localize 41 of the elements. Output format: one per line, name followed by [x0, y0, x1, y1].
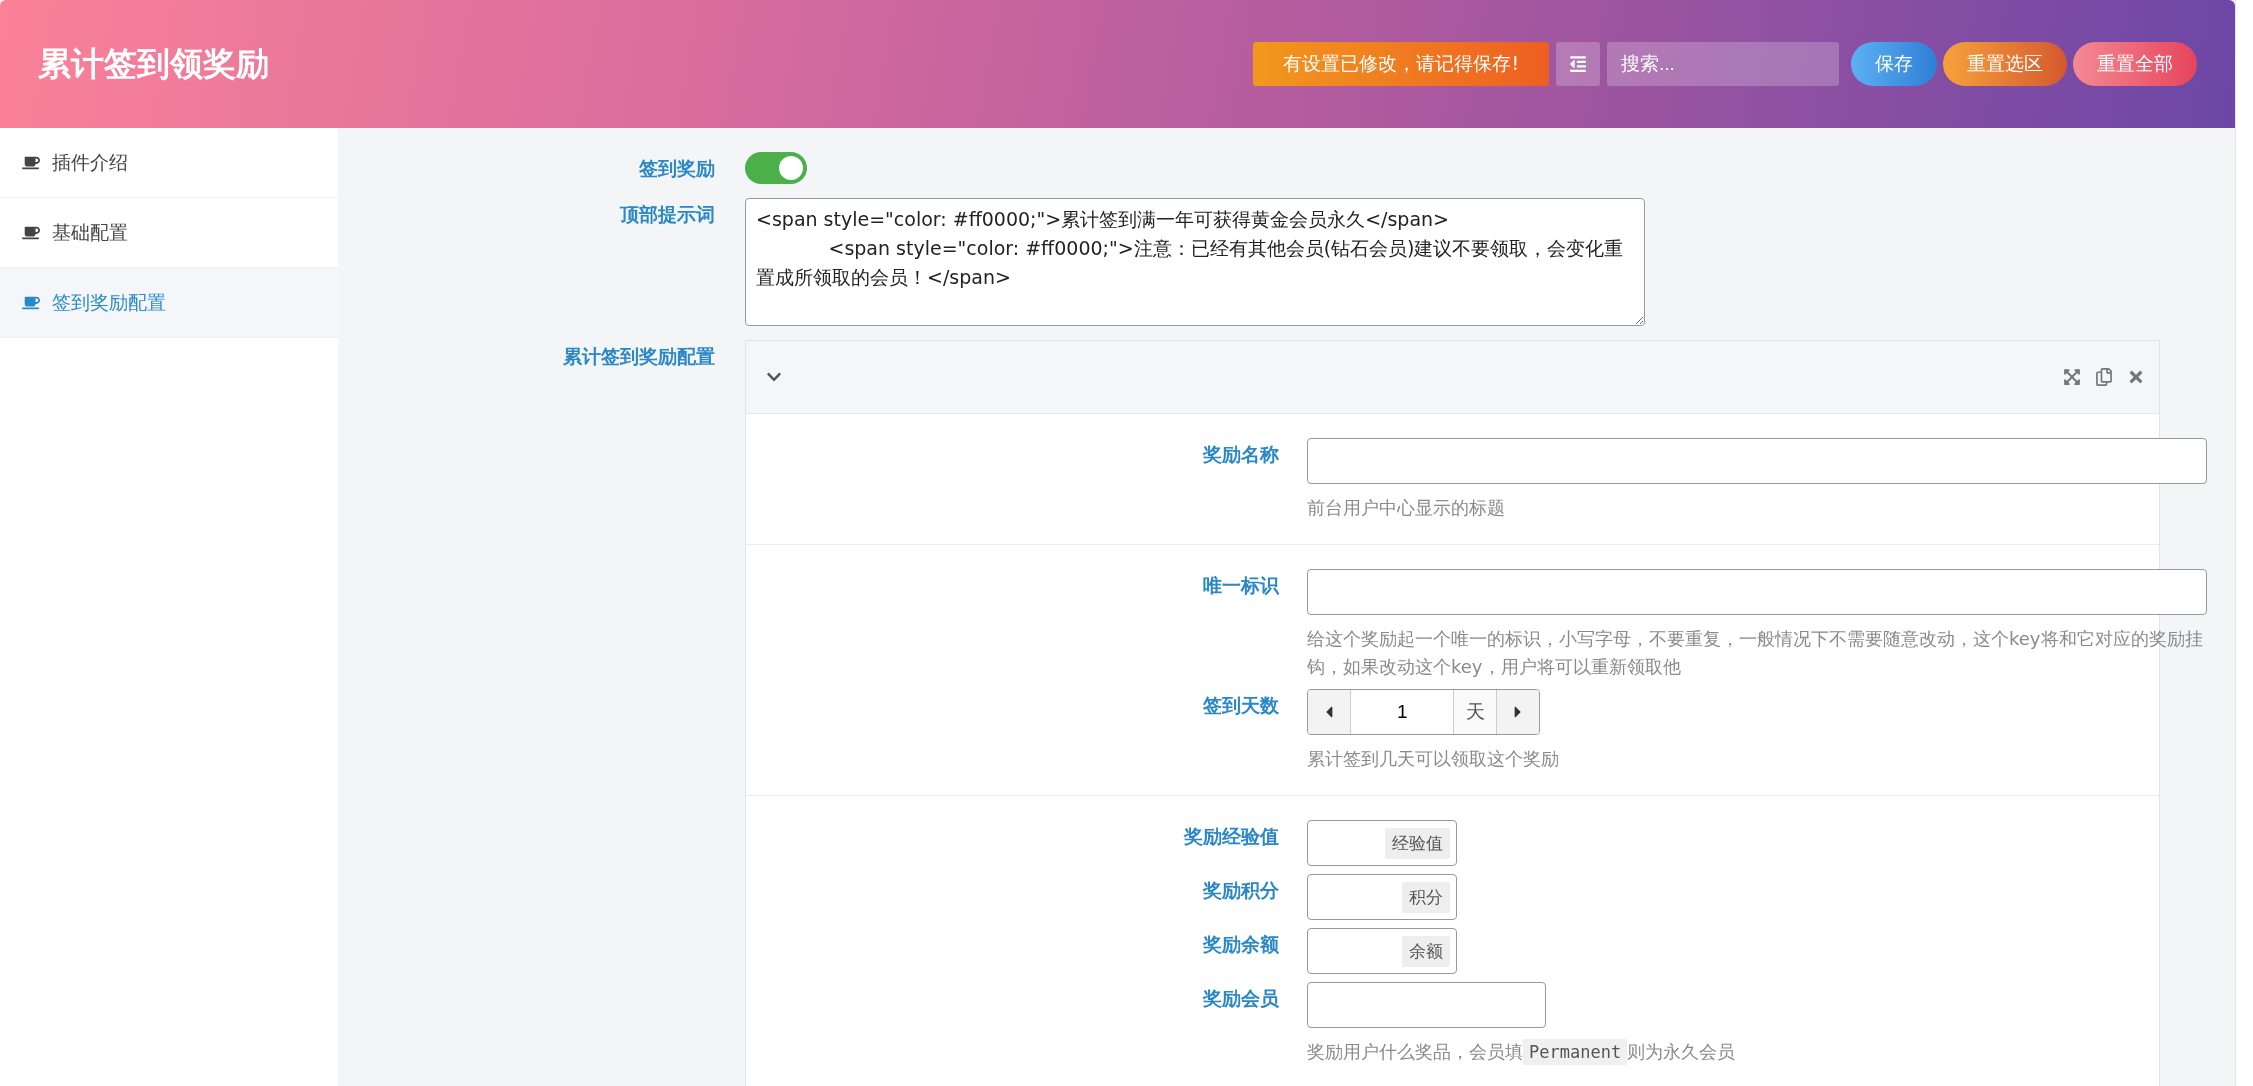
- close-icon[interactable]: [2127, 368, 2145, 386]
- unit-label: 余额: [1402, 935, 1450, 967]
- sidebar-label: 签到奖励配置: [52, 289, 166, 315]
- increment-button[interactable]: [1496, 690, 1539, 734]
- number-input[interactable]: 余额: [1307, 928, 1457, 974]
- field-label: 累计签到奖励配置: [562, 344, 716, 369]
- number-input[interactable]: 积分: [1307, 874, 1457, 920]
- field-label: 奖励名称: [1201, 442, 1280, 467]
- text-input[interactable]: [1307, 569, 2207, 615]
- field-label: 签到天数: [1202, 693, 1280, 718]
- field-label: 奖励积分: [1201, 878, 1280, 903]
- number-input[interactable]: 1: [1350, 690, 1455, 734]
- number-input[interactable]: 经验值: [1307, 820, 1457, 866]
- field-label: 顶部提示词: [618, 202, 716, 227]
- outdent-icon: [1569, 55, 1587, 73]
- page-title: 累计签到领奖励: [38, 42, 270, 85]
- number-stepper[interactable]: 1 天: [1307, 689, 1540, 735]
- textarea-field[interactable]: <span style="color: #ff0000;">累计签到满一年可获得黄金会员永久</span> <span style="color: #ff0000;">注意：已经有其他会员(钻石会员)建议不要领取，会变化重置成所领取的会员！</span>: [745, 198, 1645, 326]
- field-label: 奖励余额: [1201, 932, 1280, 957]
- field-label: 奖励经验值: [1182, 824, 1280, 849]
- outdent-button[interactable]: [1556, 42, 1600, 86]
- unit-label: 经验值: [1385, 827, 1450, 859]
- expand-icon[interactable]: [2063, 368, 2081, 386]
- unsaved-notice: 有设置已修改，请记得保存!: [1253, 42, 1549, 86]
- sidebar-item[interactable]: 签到奖励配置: [0, 268, 338, 338]
- toggle-switch[interactable]: [745, 152, 807, 184]
- unit-label: 天: [1454, 690, 1497, 734]
- sidebar-label: 基础配置: [52, 219, 128, 245]
- help-text: 奖励用户什么奖品，会员填 Permanent 则为永久会员: [1307, 1038, 2139, 1066]
- decrement-button[interactable]: [1308, 690, 1351, 734]
- field-label: 唯一标识: [1202, 573, 1280, 598]
- field-label: 奖励会员: [1201, 986, 1280, 1011]
- field-label: 签到奖励: [638, 156, 716, 181]
- text-input[interactable]: [1307, 982, 1546, 1028]
- help-text: 给这个奖励起一个唯一的标识，小写字母，不要重复，一般情况下不需要随意改动，这个key将和它对应的奖励挂钩，如果改动这个key，用户将可以重新领取他: [1307, 627, 2204, 679]
- help-text: 前台用户中心显示的标题: [1307, 496, 1506, 520]
- unit-label: 积分: [1402, 881, 1450, 913]
- copy-icon[interactable]: [2095, 368, 2113, 386]
- help-text: 累计签到几天可以领取这个奖励: [1307, 747, 1560, 771]
- sidebar-label: 插件介绍: [52, 149, 128, 175]
- text-input[interactable]: [1307, 438, 2207, 484]
